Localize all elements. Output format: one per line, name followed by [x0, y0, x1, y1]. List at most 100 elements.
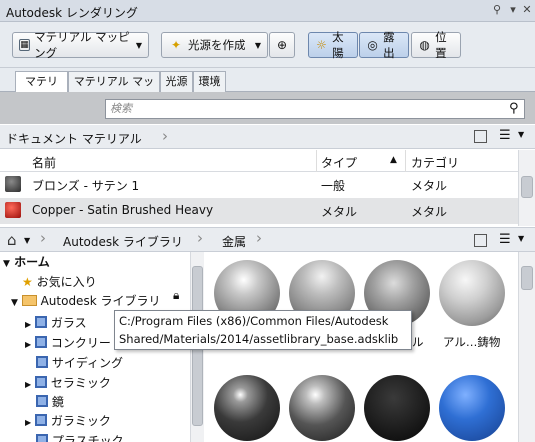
panel-view-icon[interactable] — [474, 130, 487, 143]
material-thumbnail[interactable] — [364, 375, 430, 441]
window-title: Autodesk レンダリング — [6, 6, 138, 20]
tab-strip: マテリアル マテリアル マッピング 光源 環境 — [0, 68, 535, 107]
doc-materials-bar: ドキュメント マテリアル › ☰ ▼ — [0, 125, 535, 149]
tree-label: プラスチック — [51, 434, 124, 442]
sort-ascending-icon: ▲ — [390, 155, 397, 165]
material-folder-icon — [34, 336, 47, 348]
tab-materials[interactable]: マテリアル — [15, 71, 68, 107]
chevron-down-icon[interactable]: ▼ — [518, 130, 524, 139]
breadcrumb-library[interactable]: Autodesk ライブラリ — [63, 233, 183, 250]
tab-environment[interactable]: 環境 — [193, 71, 226, 92]
grid-scrollbar[interactable] — [518, 252, 535, 442]
material-folder-icon — [36, 395, 48, 407]
create-light-label: 光源を作成 — [188, 38, 246, 52]
table-row[interactable]: ブロンズ - サテン 1 一般 メタル — [0, 172, 520, 198]
search-input[interactable]: 検索 — [105, 99, 525, 119]
exposure-button[interactable]: ◎ 露出 — [359, 30, 409, 60]
light-target-button[interactable]: ⊕ — [269, 32, 295, 58]
scrollbar-thumb[interactable] — [521, 176, 533, 198]
material-swatch — [5, 202, 21, 218]
tree-item-glass[interactable]: ▶ ガラス — [25, 314, 87, 331]
tree-item-garamic[interactable]: ▶ ガラミック — [25, 412, 111, 429]
search-icon[interactable]: ⚲ — [509, 101, 519, 116]
material-thumbnail[interactable] — [439, 375, 505, 441]
tooltip-line: C:/Program Files (x86)/Common Files/Auto… — [119, 314, 389, 328]
material-thumbnail[interactable] — [214, 375, 280, 441]
tree-label: ガラミック — [50, 414, 111, 428]
chevron-down-icon: ▼ — [254, 40, 261, 50]
tree-label: 鏡 — [51, 395, 64, 409]
tree-label: コンクリー — [50, 336, 111, 350]
create-light-button[interactable]: ✦ 光源を作成 ▼ — [161, 32, 268, 58]
chevron-down-icon[interactable]: ▼ — [24, 236, 30, 245]
folder-icon — [21, 295, 37, 306]
list-view-icon[interactable]: ☰ — [499, 232, 511, 247]
sun-label: 太陽 — [332, 30, 344, 60]
tree-item-home[interactable]: ▼ ホーム — [3, 253, 50, 270]
library-bar: ⌂ ▼ › Autodesk ライブラリ › 金属 › ☰ ▼ — [0, 227, 535, 252]
tree-item-mirror[interactable]: 鏡 — [36, 393, 64, 410]
aperture-icon: ◎ — [367, 38, 378, 52]
tree-item-favorites[interactable]: ★ お気に入り — [22, 273, 97, 290]
close-icon[interactable]: ✕ — [520, 3, 534, 17]
column-name[interactable]: 名前 — [32, 154, 56, 171]
sun-button[interactable]: ☼ 太陽 — [308, 30, 358, 60]
column-type[interactable]: タイプ — [321, 154, 357, 171]
row-name: Copper - Satin Brushed Heavy — [32, 203, 214, 217]
pin-icon[interactable]: ⚲ — [490, 3, 504, 17]
row-type: メタル — [321, 205, 358, 219]
row-type: 一般 — [321, 179, 346, 193]
row-category: メタル — [411, 205, 448, 219]
breadcrumb-separator-icon: › — [40, 229, 46, 247]
tab-lights[interactable]: 光源 — [160, 71, 193, 92]
globe-icon: ◍ — [419, 38, 430, 52]
crosshair-icon: ⊕ — [276, 38, 288, 52]
chevron-down-icon[interactable]: ▼ — [518, 234, 524, 243]
tree-item-autodesk-library[interactable]: ▼ Autodesk ライブラリ — [11, 292, 160, 309]
sun-icon: ☼ — [316, 38, 327, 52]
panel-view-icon[interactable] — [474, 234, 487, 247]
material-mapping-button[interactable]: ▦ マテリアル マッピング ▼ — [12, 30, 149, 60]
column-category[interactable]: カテゴリ — [411, 154, 459, 171]
light-bulb-icon: ✦ — [170, 38, 182, 52]
tab-material-mapping[interactable]: マテリアル マッピング — [68, 71, 160, 107]
row-name: ブロンズ - サテン 1 — [32, 179, 140, 193]
material-folder-icon — [34, 376, 47, 388]
home-icon[interactable]: ⌂ — [7, 231, 17, 249]
doc-materials-breadcrumb[interactable]: ドキュメント マテリアル — [6, 130, 142, 147]
library-path-tooltip: C:/Program Files (x86)/Common Files/Auto… — [114, 310, 412, 350]
tree-item-ceramic[interactable]: ▶ セラミック — [25, 374, 111, 391]
material-mapping-label: マテリアル マッピング — [34, 30, 130, 60]
thumbnail-label: アル…鋳物 — [443, 335, 501, 349]
doc-list-scrollbar[interactable] — [518, 150, 535, 226]
tree-label: Autodesk ライブラリ — [40, 294, 161, 308]
options-icon[interactable]: ▾ — [506, 3, 520, 17]
row-category: メタル — [411, 179, 448, 193]
material-thumbnail[interactable] — [439, 260, 505, 326]
tree-label: ガラス — [50, 316, 87, 330]
tree-label: ホーム — [14, 255, 50, 269]
mapping-icon: ▦ — [19, 39, 31, 51]
location-button[interactable]: ◍ 位置 — [411, 30, 461, 60]
tree-item-concrete[interactable]: ▶ コンクリー — [25, 334, 111, 351]
breadcrumb-metal[interactable]: 金属 — [222, 233, 246, 250]
tree-item-siding[interactable]: サイディング — [36, 354, 123, 371]
material-swatch — [5, 176, 21, 192]
breadcrumb-separator-icon: › — [256, 229, 262, 247]
tree-item-plastic[interactable]: プラスチック — [36, 432, 124, 442]
star-icon: ★ — [22, 275, 33, 289]
material-folder-icon — [34, 414, 47, 426]
thumbnail-label: ル — [412, 335, 424, 349]
list-view-icon[interactable]: ☰ — [499, 128, 511, 143]
material-thumbnail[interactable] — [289, 375, 355, 441]
tree-label: お気に入り — [36, 275, 97, 289]
breadcrumb-separator-icon: › — [162, 127, 168, 145]
table-row[interactable]: Copper - Satin Brushed Heavy メタル メタル — [0, 198, 520, 224]
scrollbar-thumb[interactable] — [521, 266, 533, 290]
tree-label: セラミック — [50, 376, 111, 390]
material-folder-icon — [36, 434, 48, 442]
location-label: 位置 — [435, 30, 447, 60]
tree-label: サイディング — [51, 356, 123, 370]
tooltip-line: Shared/Materials/2014/assetlibrary_base.… — [119, 332, 399, 346]
lock-icon: 🔒︎ — [173, 288, 180, 302]
